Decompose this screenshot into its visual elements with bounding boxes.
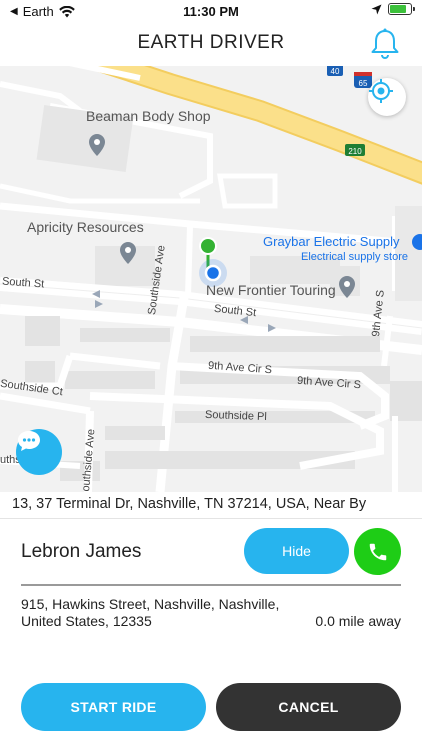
status-right [371,3,415,15]
card-divider [21,584,401,586]
location-arrow-icon [371,4,382,14]
page-title: EARTH DRIVER [137,32,285,53]
battery-icon [388,3,415,15]
poi-label-graybar-category: Electrical supply store [301,251,408,263]
distance-label: 0.0 mile away [315,613,401,629]
svg-text:65: 65 [359,79,368,88]
svg-text:210: 210 [348,147,362,156]
app-header: EARTH DRIVER [0,24,422,66]
poi-label-apricity: Apricity Resources [27,219,144,235]
poi-label-new-frontier: New Frontier Touring [206,282,336,298]
street-label-southside-pl: Southside Pl [204,408,267,424]
svg-text:40: 40 [331,67,340,76]
status-bar: ◀ Earth 11:30 PM [0,0,422,24]
crosshair-icon [369,79,393,103]
phone-icon [369,543,386,560]
pickup-address: 915, Hawkins Street, Nashville, Nashvill… [21,596,280,629]
divider [0,518,422,519]
route-shield-icon: 210 [345,144,365,156]
current-address: 13, 37 Terminal Dr, Nashville, TN 37214,… [12,496,367,512]
battery-fill [390,5,407,13]
call-button[interactable] [354,528,401,575]
rider-name: Lebron James [21,541,142,562]
cancel-button[interactable]: CANCEL [216,683,401,731]
poi-label-graybar: Graybar Electric Supply [263,234,400,249]
chat-bubble-icon [18,431,40,451]
recenter-button[interactable] [368,78,406,116]
poi-label-beaman: Beaman Body Shop [86,108,211,124]
start-ride-button[interactable]: START RIDE [21,683,206,731]
map-view[interactable]: 40 65 210 Beaman Body Shop Apricity Reso… [0,66,422,492]
chat-button[interactable] [16,429,62,475]
interstate-shield-icon: 40 [327,66,343,76]
bell-icon [371,28,399,59]
notification-button[interactable] [368,26,402,62]
hide-button[interactable]: Hide [244,528,349,574]
map-canvas[interactable]: 40 65 210 [0,66,422,492]
status-time: 11:30 PM [183,4,239,19]
